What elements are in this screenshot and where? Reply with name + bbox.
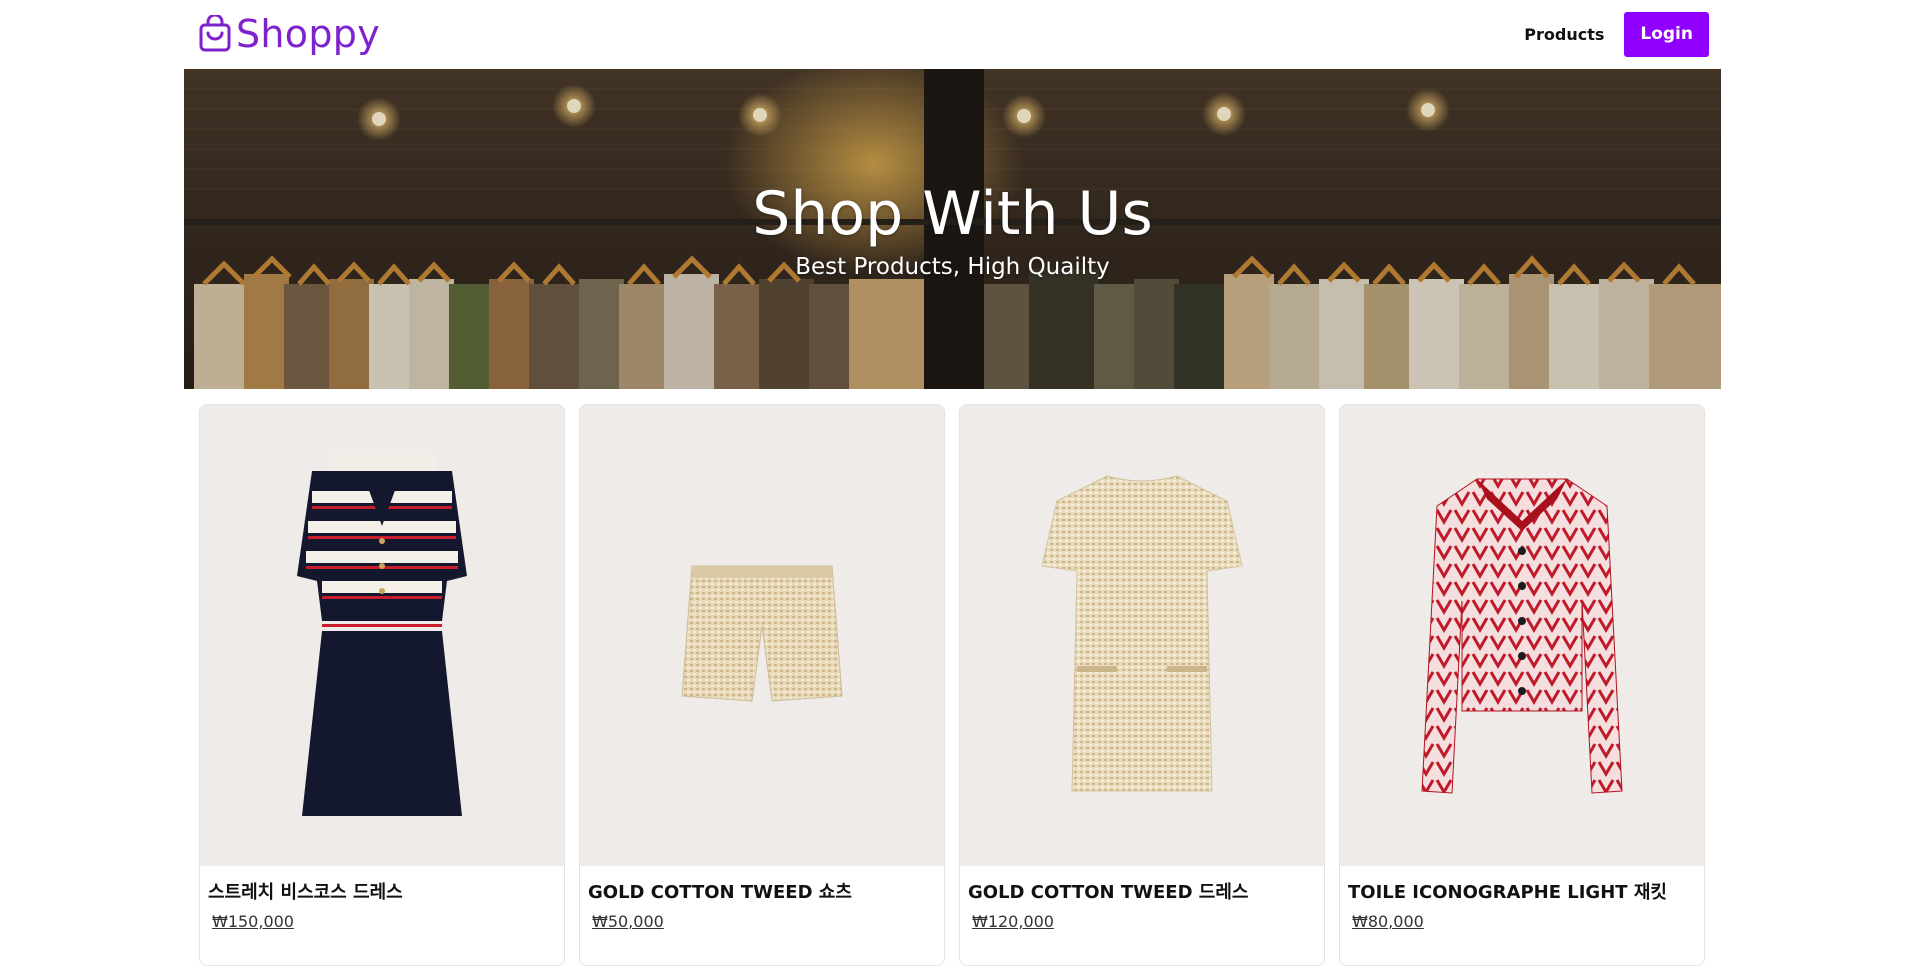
- tweed-dress-image: [1041, 474, 1243, 791]
- nav-products-link[interactable]: Products: [1524, 25, 1604, 44]
- product-card[interactable]: TOILE ICONOGRAPHE LIGHT 재킷 ₩80,000: [1339, 404, 1705, 966]
- product-image: [1340, 405, 1704, 866]
- printed-jacket-image: [1421, 478, 1623, 794]
- product-title: GOLD COTTON TWEED 드레스: [968, 882, 1249, 903]
- logo-text: Shoppy: [236, 12, 380, 56]
- banner-subtitle: Best Products, High Quailty: [795, 254, 1110, 280]
- product-title: TOILE ICONOGRAPHE LIGHT 재킷: [1348, 882, 1667, 903]
- product-price: ₩150,000: [212, 912, 294, 931]
- logo-link[interactable]: Shoppy: [198, 12, 380, 56]
- product-image: [960, 405, 1324, 866]
- product-card[interactable]: GOLD COTTON TWEED 쇼츠 ₩50,000: [579, 404, 945, 966]
- product-price: ₩80,000: [1352, 912, 1424, 931]
- banner-text: Shop With Us Best Products, High Quailty: [184, 69, 1721, 389]
- hero-banner: Shop With Us Best Products, High Quailty: [184, 69, 1721, 389]
- product-image: [200, 405, 564, 866]
- product-info: GOLD COTTON TWEED 드레스 ₩120,000: [960, 866, 1324, 943]
- striped-dress-image: [297, 450, 467, 816]
- login-button[interactable]: Login: [1624, 11, 1709, 57]
- product-card[interactable]: GOLD COTTON TWEED 드레스 ₩120,000: [959, 404, 1325, 966]
- product-info: 스트레치 비스코스 드레스 ₩150,000: [200, 866, 564, 943]
- product-card[interactable]: 스트레치 비스코스 드레스 ₩150,000: [199, 404, 565, 966]
- shopping-bag-icon: [199, 15, 231, 52]
- product-grid: 스트레치 비스코스 드레스 ₩150,000 GOLD COTTON TWEED…: [199, 404, 1705, 966]
- product-info: TOILE ICONOGRAPHE LIGHT 재킷 ₩80,000: [1340, 866, 1704, 943]
- product-info: GOLD COTTON TWEED 쇼츠 ₩50,000: [580, 866, 944, 943]
- product-title: 스트레치 비스코스 드레스: [208, 882, 403, 903]
- product-image: [580, 405, 944, 866]
- product-price: ₩50,000: [592, 912, 664, 931]
- header: Shoppy Products Login: [184, 0, 1721, 68]
- tweed-shorts-image: [681, 565, 843, 702]
- nav: Products Login: [1524, 11, 1709, 57]
- banner-title: Shop With Us: [752, 179, 1153, 249]
- product-price: ₩120,000: [972, 912, 1054, 931]
- product-title: GOLD COTTON TWEED 쇼츠: [588, 882, 852, 903]
